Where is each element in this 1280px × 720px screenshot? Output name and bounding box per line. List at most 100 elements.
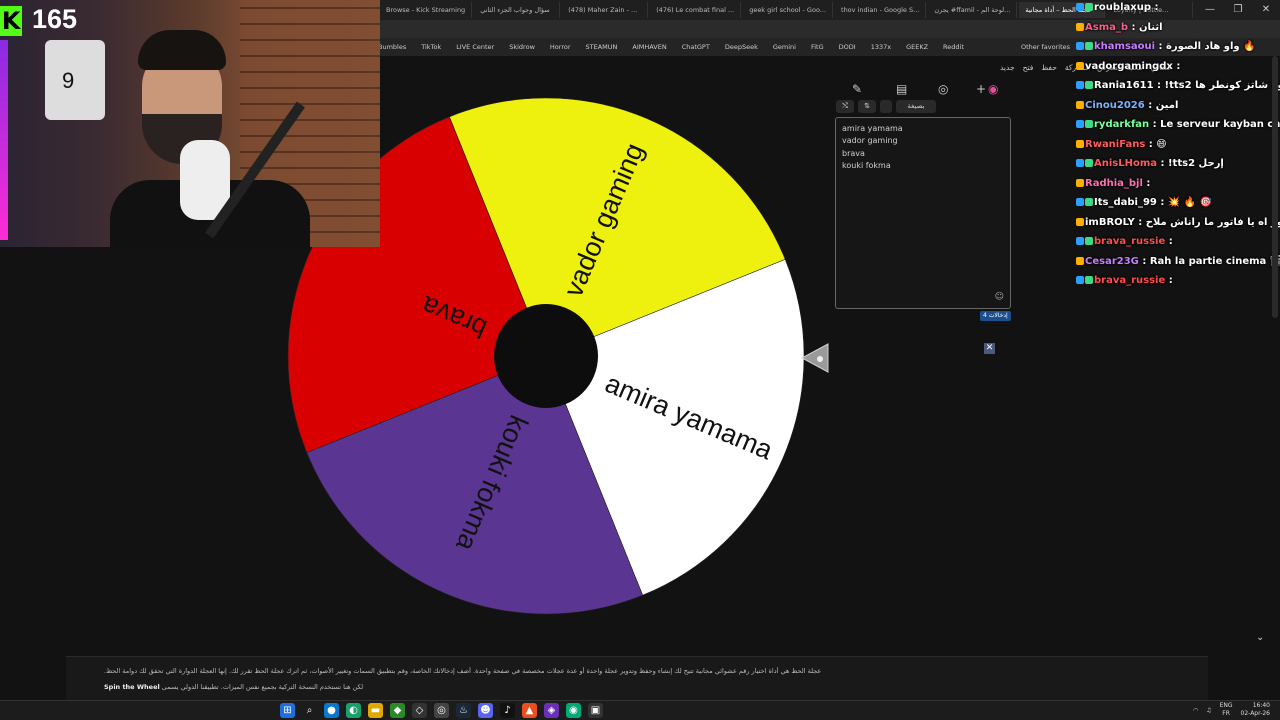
add-plus-icon[interactable]: + [976,82,986,96]
entry-line: vador gaming [842,136,898,146]
menu-new[interactable]: جديد [1000,63,1015,72]
bookmark-item[interactable]: GEEKZ [906,43,928,51]
edit-pencil-icon[interactable]: ✎ [852,82,862,96]
app-icon[interactable]: ◉ [566,703,581,718]
chat-username[interactable]: Its_dabi_99 [1094,197,1157,208]
taskbar-apps: ⊞ ⌕ ● ◐ ▬ ◆ ◇ ◎ ♨ ☻ ♪ ▲ ◈ ◉ ▣ [280,703,603,718]
chat-badge-icon [1076,22,1084,31]
edge-icon[interactable]: ● [324,703,339,718]
clock[interactable]: 16:40 02-Apr-26 [1241,702,1270,718]
shuffle-button[interactable]: ⤭ [836,100,854,113]
wheel-center-hub[interactable] [494,304,598,408]
chat-text: اه يا فاتور اه يا فاتور ما راناش ملاح [1145,216,1280,228]
browser-tab[interactable]: يجرن #ffamil - لوحة الم... [928,2,1018,18]
chat-separator: : [1138,255,1150,267]
app-icon[interactable]: ▣ [588,703,603,718]
chat-separator: : [1128,21,1139,33]
bookmark-item[interactable]: TikTok [421,43,441,51]
add-image-button[interactable]: بصيغة [896,100,936,113]
bookmark-item[interactable]: STEAMUN [586,43,618,51]
bookmark-item[interactable]: FitG [811,43,824,51]
chat-username[interactable]: Radhia_bjl [1085,178,1143,189]
bookmark-item[interactable]: DODI [839,43,856,51]
chat-badge-icon [1085,81,1093,89]
chat-username[interactable]: RwaniFans [1085,139,1145,150]
menu-save[interactable]: حفظ [1041,63,1057,72]
menu-open[interactable]: فتح [1023,63,1034,72]
bookmark-item[interactable]: Bumbles [378,43,406,51]
chat-username[interactable]: roublaxup [1094,2,1151,13]
chat-message: roublaxup : [1076,2,1158,13]
tiktok-icon[interactable]: ♪ [500,703,515,718]
chat-message: imBROLY : اه يا فاتور اه يا فاتور ما ران… [1076,217,1280,228]
bookmark-item[interactable]: Reddit [943,43,964,51]
bookmark-item[interactable]: LIVE Center [456,43,494,51]
page-scrollbar[interactable] [1272,56,1278,318]
bookmark-item[interactable]: Skidrow [509,43,535,51]
chat-username[interactable]: brava_russie [1094,275,1165,286]
bookmark-item[interactable]: ChatGPT [682,43,710,51]
chat-username[interactable]: brava_russie [1094,236,1165,247]
clipboard-icon[interactable]: ▤ [896,82,907,96]
discord-icon[interactable]: ☻ [478,703,493,718]
browser-tab[interactable]: Browse - Kick Streaming [380,2,473,18]
sort-button[interactable]: ⇅ [858,100,876,113]
search-icon[interactable]: ⌕ [302,703,317,718]
other-favorites[interactable]: Other favorites [1021,38,1070,56]
chat-username[interactable]: Cinou2026 [1085,100,1145,111]
chat-username[interactable]: imBROLY [1085,217,1135,228]
language-indicator[interactable]: ENG FR [1220,702,1233,718]
chat-username[interactable]: rydarkfan [1094,119,1149,130]
kick-logo-icon: K [0,6,22,36]
bookmark-item[interactable]: Gemini [773,43,796,51]
bookmark-item[interactable]: AIMHAVEN [632,43,666,51]
chat-username[interactable]: vadorgamingdx [1085,61,1173,72]
chat-text: واو هاد الصورة 🔥 [1166,41,1256,52]
browser-tab[interactable]: geek girl school - Goo... [743,2,834,18]
image-icon[interactable] [880,100,892,113]
screen: Browse - Kick Streaming سؤال وجواب الجزء… [0,0,1280,720]
chat-username[interactable]: Cesar23G [1085,256,1139,267]
folder-icon[interactable]: ▬ [368,703,383,718]
steam-icon[interactable]: ♨ [456,703,471,718]
app-icon[interactable]: ▲ [522,703,537,718]
entries-textarea[interactable]: amira yamama vador gaming brava kouki fo… [835,117,1011,309]
browser-tab[interactable]: (478) Maher Zain - ... [562,2,649,18]
theme-palette-icon[interactable]: ◉ [988,82,998,96]
chat-message: rydarkfan : Le serveur kayban chaud [1076,119,1280,130]
chat-username[interactable]: Rania1611 [1094,80,1154,91]
chat-separator: : [1153,80,1165,91]
chat-message: khamsaoui : واو هاد الصورة 🔥 [1076,41,1256,52]
chat-badge-icon [1085,159,1093,167]
chevron-down-icon[interactable]: ⌄ [1256,632,1264,643]
chat-badge-icon [1085,237,1093,245]
emoji-picker-icon[interactable]: ☺ [995,292,1004,302]
browser-tab[interactable]: سؤال وجواب الجزء الثاني [474,2,561,18]
chat-message: brava_russie : [1076,275,1173,286]
browser-tab[interactable]: thov indian - Google S... [835,2,927,18]
wifi-icon[interactable]: ◠ [1193,707,1198,714]
chat-text: Le serveur kayban chaud [1160,119,1280,130]
chat-overlay: roublaxup : Asma_b : اثنان khamsaoui : وا… [1068,0,1280,300]
chat-badge-icon [1076,61,1084,70]
bookmark-item[interactable]: 1337x [871,43,891,51]
chat-username[interactable]: Asma_b [1085,22,1128,33]
volume-icon[interactable]: ♫ [1206,707,1211,714]
browser-tab[interactable]: (476) Le combat final ... [650,2,742,18]
app-icon[interactable]: ◇ [412,703,427,718]
chat-username[interactable]: khamsaoui [1094,41,1155,52]
hide-eye-icon[interactable]: ◎ [938,82,948,96]
app-icon[interactable]: ◆ [390,703,405,718]
obs-icon[interactable]: ◎ [434,703,449,718]
chat-username[interactable]: AnisLHoma [1094,158,1157,169]
browser-icon[interactable]: ◐ [346,703,361,718]
chat-separator: : [1172,60,1181,72]
chat-message: Cinou2026 : امين [1076,100,1178,111]
close-icon[interactable]: ✕ [984,343,995,354]
chat-badge-icon [1076,159,1084,167]
bookmark-item[interactable]: DeepSeek [725,43,758,51]
chat-badge-icon [1076,3,1084,11]
start-windows-icon[interactable]: ⊞ [280,703,295,718]
bookmark-item[interactable]: Horror [550,43,571,51]
app-icon[interactable]: ◈ [544,703,559,718]
